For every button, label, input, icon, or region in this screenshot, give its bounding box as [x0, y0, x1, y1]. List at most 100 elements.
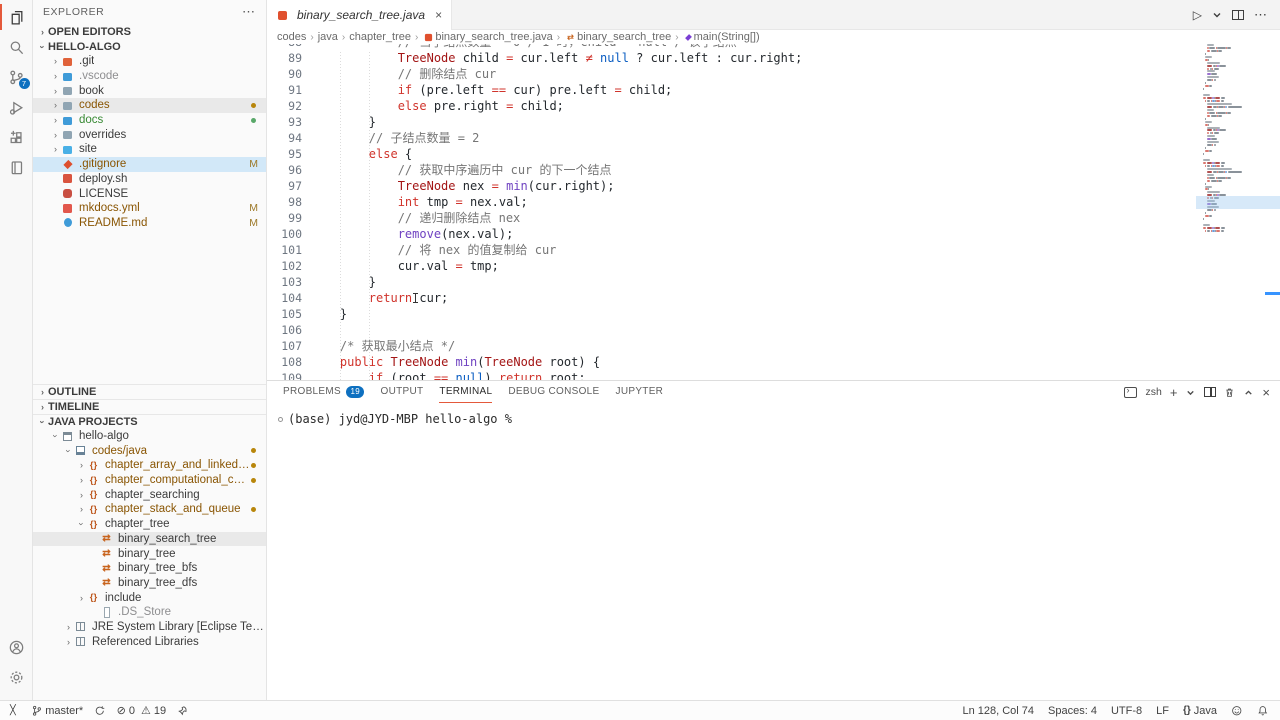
breadcrumb-item-binary-search-tree-java[interactable]: binary_search_tree.java — [435, 31, 552, 43]
new-terminal-button[interactable]: + — [1170, 385, 1178, 400]
account-icon[interactable] — [0, 632, 33, 662]
tree-item-chapter-computational-complexity[interactable]: ›{}chapter_computational_complexity — [33, 473, 266, 488]
tree-item-chapter-tree[interactable]: ›{}chapter_tree — [33, 517, 266, 532]
tree-item-license[interactable]: LICENSE — [33, 186, 266, 201]
line-number[interactable]: 107 — [267, 338, 311, 354]
line-number[interactable]: 100 — [267, 226, 311, 242]
tree-item-referenced-libraries[interactable]: ›Referenced Libraries — [33, 634, 266, 649]
panel-tab-output[interactable]: OUTPUT — [380, 381, 423, 403]
breadcrumb-item-codes[interactable]: codes — [277, 31, 306, 43]
tree-item-mkdocs-yml[interactable]: mkdocs.ymlM — [33, 201, 266, 216]
breadcrumb-item-java[interactable]: java — [318, 31, 338, 43]
source-control-icon[interactable]: 7 — [0, 62, 33, 92]
panel-tab-terminal[interactable]: TERMINAL — [439, 381, 492, 403]
cursor-position[interactable]: Ln 128, Col 74 — [962, 705, 1034, 717]
timeline-header[interactable]: › TIMELINE — [33, 399, 266, 414]
panel-tab-problems[interactable]: PROBLEMS19 — [283, 381, 364, 403]
tree-item-chapter-searching[interactable]: ›{}chapter_searching — [33, 487, 266, 502]
code-line-104[interactable]: 104 return cur; — [267, 290, 1190, 306]
code-line-95[interactable]: 95 else { — [267, 146, 1190, 162]
code-line-90[interactable]: 90 // 删除结点 cur — [267, 66, 1190, 82]
line-number[interactable]: 95 — [267, 146, 311, 162]
line-number[interactable]: 106 — [267, 322, 311, 338]
code-line-100[interactable]: 100 remove(nex.val); — [267, 226, 1190, 242]
line-number[interactable]: 99 — [267, 210, 311, 226]
search-icon[interactable] — [0, 32, 33, 62]
line-number[interactable]: 89 — [267, 50, 311, 66]
code-editor[interactable]: 88 // 当子结点数量 = 0 / 1 时，child = null / 该子… — [267, 44, 1280, 380]
split-terminal-icon[interactable] — [1204, 387, 1216, 397]
feedback-button[interactable] — [1231, 705, 1243, 717]
encoding-setting[interactable]: UTF-8 — [1111, 705, 1142, 717]
tree-item-site[interactable]: ›site — [33, 142, 266, 157]
explorer-actions-button[interactable]: ⋯ — [242, 4, 256, 20]
close-icon[interactable]: × — [435, 8, 442, 22]
split-editor-icon[interactable] — [1232, 10, 1244, 20]
tree-item-vscode[interactable]: ›.vscode — [33, 69, 266, 84]
code-line-94[interactable]: 94 // 子结点数量 = 2 — [267, 130, 1190, 146]
tree-item-gitignore[interactable]: .gitignoreM — [33, 157, 266, 172]
explorer-activity-icon[interactable] — [0, 2, 33, 32]
code-line-98[interactable]: 98 int tmp = nex.val; — [267, 194, 1190, 210]
tree-item-book[interactable]: ›book — [33, 83, 266, 98]
breadcrumb-item-binary-search-tree[interactable]: binary_search_tree — [577, 31, 671, 43]
close-panel-icon[interactable]: × — [1262, 385, 1270, 400]
line-number[interactable]: 103 — [267, 274, 311, 290]
remote-indicator[interactable]: ╳ — [6, 705, 20, 716]
tree-item-codes-java[interactable]: ›codes/java — [33, 443, 266, 458]
line-number[interactable]: 102 — [267, 258, 311, 274]
tree-item-readme-md[interactable]: README.mdM — [33, 216, 266, 231]
tree-item-include[interactable]: ›{}include — [33, 590, 266, 605]
tree-item-ds-store[interactable]: .DS_Store — [33, 605, 266, 620]
indentation-setting[interactable]: Spaces: 4 — [1048, 705, 1097, 717]
code-line-109[interactable]: 109 if (root == null) return root; — [267, 370, 1190, 380]
notebook-icon[interactable] — [0, 152, 33, 182]
settings-gear-icon[interactable] — [0, 662, 33, 692]
tree-item-hello-algo[interactable]: ›hello-algo — [33, 429, 266, 444]
tree-item-git[interactable]: ›.git — [33, 54, 266, 69]
code-line-107[interactable]: 107 /* 获取最小结点 */ — [267, 338, 1190, 354]
terminal[interactable]: (base) jyd@JYD-MBP hello-algo % — [267, 403, 1280, 700]
code-line-92[interactable]: 92 else pre.right = child; — [267, 98, 1190, 114]
tree-item-binary-tree-bfs[interactable]: ⇄binary_tree_bfs — [33, 561, 266, 576]
tree-item-binary-tree[interactable]: ⇄binary_tree — [33, 546, 266, 561]
git-branch-status[interactable]: master* — [31, 705, 83, 717]
code-line-89[interactable]: 89 TreeNode child = cur.left ≠ null ? cu… — [267, 50, 1190, 66]
tree-item-deploy-sh[interactable]: deploy.sh — [33, 172, 266, 187]
breadcrumb-item-main-string[interactable]: main(String[]) — [694, 31, 760, 43]
line-number[interactable]: 93 — [267, 114, 311, 130]
line-number[interactable]: 105 — [267, 306, 311, 322]
line-number[interactable]: 104 — [267, 290, 311, 306]
code-line-96[interactable]: 96 // 获取中序遍历中 cur 的下一个结点 — [267, 162, 1190, 178]
tree-item-codes[interactable]: ›codes — [33, 98, 266, 113]
tab-binary-search-tree[interactable]: binary_search_tree.java × — [267, 0, 452, 30]
line-number[interactable]: 92 — [267, 98, 311, 114]
line-number[interactable]: 101 — [267, 242, 311, 258]
code-line-108[interactable]: 108 public TreeNode min(TreeNode root) { — [267, 354, 1190, 370]
problems-status[interactable]: ⊘ 0 ⚠ 19 — [117, 704, 166, 717]
run-debug-icon[interactable] — [0, 92, 33, 122]
code-line-91[interactable]: 91 if (pre.left == cur) pre.left = child… — [267, 82, 1190, 98]
open-editors-header[interactable]: › OPEN EDITORS — [33, 24, 266, 39]
code-line-97[interactable]: 97 TreeNode nex = min(cur.right); — [267, 178, 1190, 194]
tree-item-docs[interactable]: ›docs — [33, 113, 266, 128]
line-number[interactable]: 94 — [267, 130, 311, 146]
outline-header[interactable]: › OUTLINE — [33, 384, 266, 399]
eol-setting[interactable]: LF — [1156, 705, 1169, 717]
code-line-105[interactable]: 105 } — [267, 306, 1190, 322]
sync-button[interactable] — [94, 705, 106, 717]
code-line-93[interactable]: 93 } — [267, 114, 1190, 130]
extensions-icon[interactable] — [0, 122, 33, 152]
code-line-102[interactable]: 102 cur.val = tmp; — [267, 258, 1190, 274]
notifications-button[interactable] — [1257, 705, 1269, 717]
launch-button[interactable] — [177, 705, 189, 717]
tree-item-chapter-array-and-linkedlist[interactable]: ›{}chapter_array_and_linkedlist — [33, 458, 266, 473]
tree-item-binary-search-tree[interactable]: ⇄binary_search_tree — [33, 532, 266, 547]
minimap[interactable] — [1198, 44, 1266, 276]
shell-name[interactable]: zsh — [1145, 386, 1161, 398]
line-number[interactable]: 98 — [267, 194, 311, 210]
code-line-99[interactable]: 99 // 递归删除结点 nex — [267, 210, 1190, 226]
panel-tab-jupyter[interactable]: JUPYTER — [616, 381, 664, 403]
chevron-down-icon[interactable] — [1185, 387, 1196, 398]
tree-item-binary-tree-dfs[interactable]: ⇄binary_tree_dfs — [33, 576, 266, 591]
